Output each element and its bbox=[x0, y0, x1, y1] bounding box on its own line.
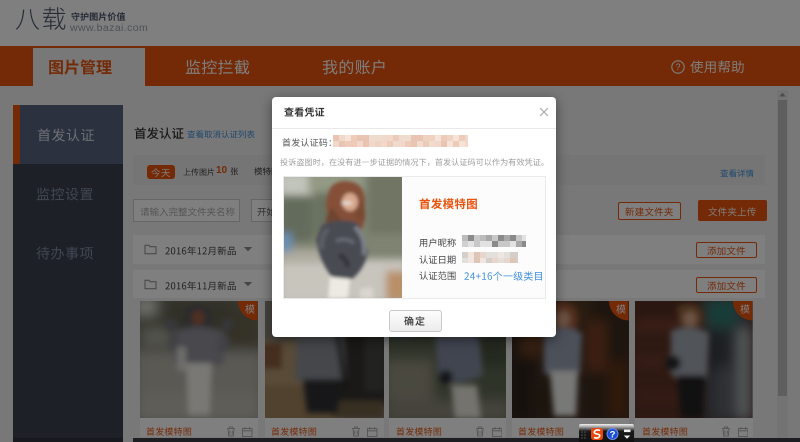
svg-text:?: ? bbox=[610, 429, 616, 440]
